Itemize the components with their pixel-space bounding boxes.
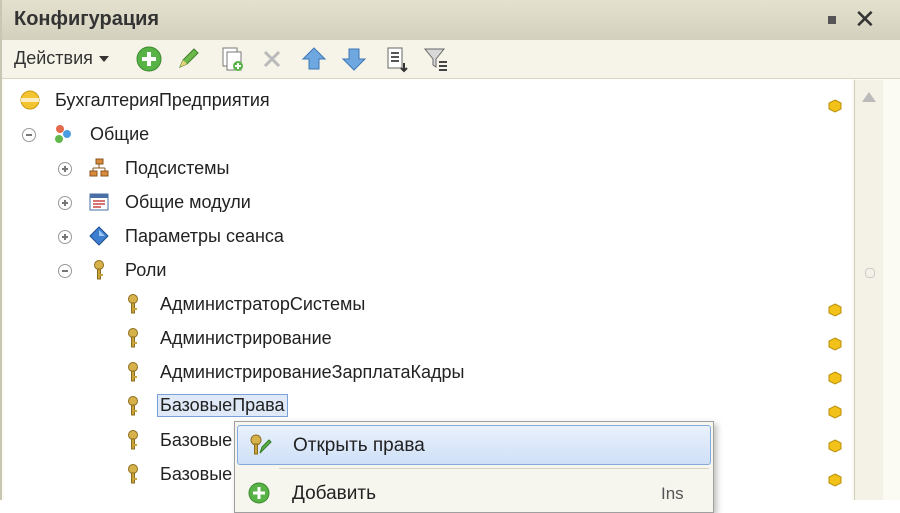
tree-item-session-parameters[interactable]: Параметры сеанса bbox=[4, 221, 852, 251]
tree-item-label: БухгалтерияПредприятия bbox=[55, 90, 270, 110]
role-icon bbox=[128, 430, 138, 450]
module-icon bbox=[89, 193, 109, 211]
role-icon bbox=[128, 328, 138, 348]
expand-icon[interactable] bbox=[58, 196, 72, 210]
actions-label: Действия bbox=[14, 48, 93, 68]
menu-separator bbox=[279, 468, 709, 469]
tree-item-role-selected[interactable]: БазовыеПрава bbox=[4, 391, 852, 421]
actions-menu-button[interactable]: Действия bbox=[14, 48, 109, 69]
tree-item-role[interactable]: Администрирование bbox=[4, 323, 852, 353]
collapse-icon[interactable] bbox=[58, 264, 72, 278]
tree-item-subsystems[interactable]: Подсистемы bbox=[4, 153, 852, 183]
common-objects-icon bbox=[55, 125, 71, 143]
toolbar: Действия bbox=[2, 40, 900, 79]
tree-item-common-modules[interactable]: Общие модули bbox=[4, 187, 852, 217]
expand-icon[interactable] bbox=[58, 162, 72, 176]
tree-item-label: Базовые bbox=[160, 430, 233, 450]
tree-item-role[interactable]: АдминистрированиеЗарплатаКадры bbox=[4, 357, 852, 387]
tree-item-label: Параметры сеанса bbox=[125, 226, 284, 246]
support-cube-icon bbox=[828, 303, 842, 317]
filter-icon[interactable] bbox=[422, 45, 450, 73]
tree-item-label: АдминистрированиеЗарплатаКадры bbox=[160, 362, 465, 382]
configuration-root-icon bbox=[20, 90, 40, 110]
move-up-icon[interactable] bbox=[300, 45, 328, 73]
role-icon bbox=[128, 294, 138, 314]
support-cube-icon bbox=[828, 439, 842, 453]
tree-item-common[interactable]: Общие bbox=[4, 119, 852, 149]
tree-item-label: Общие bbox=[90, 124, 150, 144]
close-icon[interactable]: ✕ bbox=[854, 4, 876, 34]
copy-icon[interactable] bbox=[218, 45, 246, 73]
menu-item-label: Добавить bbox=[292, 483, 376, 504]
menu-item-label: Открыть права bbox=[293, 435, 425, 456]
role-icon bbox=[128, 396, 138, 416]
move-down-icon[interactable] bbox=[340, 45, 368, 73]
add-icon bbox=[248, 482, 270, 504]
collapse-icon[interactable] bbox=[22, 128, 36, 142]
tree-item-label: Общие модули bbox=[125, 192, 251, 212]
menu-item-add[interactable]: Добавить Ins bbox=[237, 474, 709, 512]
tree-item-label: Администрирование bbox=[160, 328, 332, 348]
tree-item-label: Подсистемы bbox=[125, 158, 230, 178]
tree-item-role[interactable]: АдминистраторСистемы bbox=[4, 289, 852, 319]
sort-list-icon[interactable] bbox=[382, 45, 410, 73]
support-cube-icon bbox=[828, 337, 842, 351]
support-cube-icon bbox=[828, 371, 842, 385]
role-icon bbox=[128, 362, 138, 382]
support-cube-icon bbox=[828, 473, 842, 487]
support-cube-icon bbox=[828, 99, 842, 113]
title-bar: Конфигурация ✕ bbox=[2, 0, 900, 41]
pin-icon[interactable] bbox=[828, 16, 836, 24]
tree-item-roles[interactable]: Роли bbox=[4, 255, 852, 285]
edit-icon[interactable] bbox=[174, 45, 202, 73]
vertical-scrollbar[interactable] bbox=[854, 80, 883, 500]
context-menu: Открыть права Добавить Ins bbox=[234, 421, 714, 513]
tree-item-label: Базовые bbox=[160, 464, 233, 484]
tree-item-root[interactable]: БухгалтерияПредприятия bbox=[4, 85, 852, 115]
scroll-thumb[interactable] bbox=[865, 268, 875, 278]
chevron-down-icon bbox=[98, 56, 109, 63]
tree-item-label: Роли bbox=[125, 260, 167, 280]
session-parameter-icon bbox=[89, 226, 109, 246]
support-cube-icon bbox=[828, 405, 842, 419]
open-rights-icon bbox=[250, 434, 272, 455]
scroll-up-icon[interactable] bbox=[862, 92, 876, 102]
subsystems-icon bbox=[89, 158, 109, 177]
configuration-panel: Конфигурация ✕ Действия БухгалтерияПредп… bbox=[0, 0, 900, 513]
role-icon bbox=[94, 260, 104, 280]
panel-title: Конфигурация bbox=[14, 8, 160, 30]
menu-item-shortcut: Ins bbox=[661, 484, 684, 503]
expand-icon[interactable] bbox=[58, 230, 72, 244]
tree-item-label: БазовыеПрава bbox=[157, 394, 288, 417]
role-icon bbox=[128, 464, 138, 484]
add-icon[interactable] bbox=[135, 45, 163, 73]
tree-item-label: АдминистраторСистемы bbox=[160, 294, 366, 314]
delete-icon[interactable] bbox=[258, 45, 286, 73]
menu-item-open-rights[interactable]: Открыть права bbox=[237, 425, 711, 465]
